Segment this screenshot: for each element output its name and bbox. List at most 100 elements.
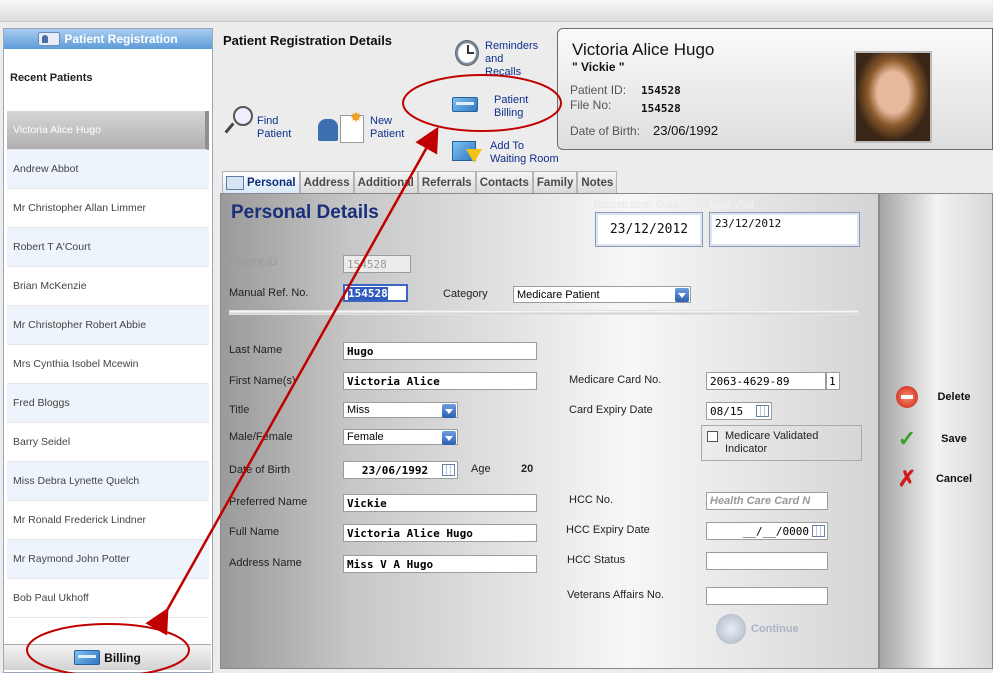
patient-billing-label: Patient Billing xyxy=(494,94,528,120)
hcc-status-field[interactable] xyxy=(706,552,828,570)
full-name-field[interactable]: Victoria Alice Hugo xyxy=(343,524,537,542)
waiting-label-line1: Add To xyxy=(490,140,525,152)
calendar-icon[interactable] xyxy=(442,464,455,476)
first-name-field[interactable]: Victoria Alice xyxy=(343,372,537,390)
file-no-value: 154528 xyxy=(641,102,681,115)
recent-patients-list: Victoria Alice Hugo Andrew Abbot Mr Chri… xyxy=(7,111,209,618)
cancel-label: Cancel xyxy=(935,473,973,485)
card-expiry-value: 08/15 xyxy=(710,404,744,418)
find-label-line1: Find xyxy=(257,115,279,127)
chevron-down-icon xyxy=(442,431,456,445)
medicare-card-field[interactable]: 2063-4629-89 xyxy=(706,372,826,390)
category-select[interactable]: Medicare Patient xyxy=(513,286,691,303)
hcc-status-label: HCC Status xyxy=(567,554,626,566)
star-icon: ✸ xyxy=(350,109,362,125)
list-item[interactable]: Robert T A'Court xyxy=(7,228,209,267)
patient-nickname: " Vickie " xyxy=(572,60,625,74)
medicare-irn-field[interactable]: 1 xyxy=(826,372,840,390)
patient-card-icon xyxy=(38,32,61,46)
preferred-name-label: Preferred Name xyxy=(229,496,308,508)
tab-additional[interactable]: Additional xyxy=(353,171,418,193)
reminders-recalls-button[interactable]: Reminders and Recalls xyxy=(455,40,538,79)
manual-ref-field[interactable]: 154528 xyxy=(343,284,408,302)
page-title: Patient Registration Details xyxy=(223,33,393,48)
add-to-waiting-room-button[interactable]: Add To Waiting Room xyxy=(452,139,559,167)
save-label: Save xyxy=(941,433,967,445)
list-item[interactable]: Fred Bloggs xyxy=(7,384,209,423)
list-item[interactable]: Mr Raymond John Potter xyxy=(7,540,209,579)
waiting-room-icon xyxy=(452,139,484,167)
checkbox[interactable] xyxy=(707,431,718,442)
new-patient-label: New Patient xyxy=(370,115,404,141)
patient-name: Victoria Alice Hugo xyxy=(572,40,715,59)
full-name-label: Full Name xyxy=(229,526,280,538)
list-item[interactable]: Mr Ronald Frederick Lindner xyxy=(7,501,209,540)
close-icon: ✗ xyxy=(897,466,917,491)
list-item[interactable]: Brian McKenzie xyxy=(7,267,209,306)
tab-notes[interactable]: Notes xyxy=(577,171,618,193)
tab-personal[interactable]: Personal xyxy=(222,171,300,193)
delete-button[interactable]: Delete xyxy=(896,386,980,408)
list-item[interactable]: Andrew Abbot xyxy=(7,150,209,189)
list-item[interactable]: Victoria Alice Hugo xyxy=(7,111,209,150)
new-patient-button[interactable]: ✸ New Patient xyxy=(318,109,404,143)
preferred-name-field[interactable]: Vickie xyxy=(343,494,537,512)
sidebar-header-label: Patient Registration xyxy=(64,32,178,46)
credit-card-icon xyxy=(452,97,478,112)
first-name-label: First Name(s) xyxy=(229,375,296,387)
veterans-affairs-label: Veterans Affairs No. xyxy=(567,589,665,601)
calendar-icon[interactable] xyxy=(756,405,769,417)
medicare-card-label: Medicare Card No. xyxy=(569,374,662,386)
list-item[interactable]: Mr Christopher Allan Limmer xyxy=(7,189,209,228)
find-patient-button[interactable]: Find Patient xyxy=(225,106,291,141)
registration-date-field[interactable]: 23/12/2012 xyxy=(595,212,703,247)
list-item[interactable]: Barry Seidel xyxy=(7,423,209,462)
calendar-icon[interactable] xyxy=(812,525,825,537)
patient-billing-button[interactable]: Patient Billing xyxy=(452,93,528,120)
dob-form-label: Date of Birth xyxy=(229,464,291,476)
patient-id-label: Patient ID xyxy=(229,256,278,268)
continue-button[interactable]: Continue xyxy=(716,614,799,644)
card-expiry-label: Card Expiry Date xyxy=(569,404,653,416)
find-patient-label: Find Patient xyxy=(257,115,291,141)
save-button[interactable]: ✓ Save xyxy=(896,428,980,450)
tab-address[interactable]: Address xyxy=(299,171,354,193)
address-name-field[interactable]: Miss V A Hugo xyxy=(343,555,537,573)
billing-button[interactable]: Billing xyxy=(4,644,211,670)
title-select[interactable]: Miss xyxy=(343,402,458,418)
tab-family[interactable]: Family xyxy=(532,171,578,193)
last-name-field[interactable]: Hugo xyxy=(343,342,537,360)
last-visit-field[interactable]: 23/12/2012 xyxy=(709,212,860,247)
sex-label: Male/Female xyxy=(229,431,293,443)
section-title: Personal Details xyxy=(231,202,379,223)
window-top-strip xyxy=(0,0,993,22)
list-item[interactable]: Miss Debra Lynette Quelch xyxy=(7,462,209,501)
new-label-line2: Patient xyxy=(370,128,405,140)
tab-referrals[interactable]: Referrals xyxy=(417,171,476,193)
medicare-validated-label: Medicare Validated Indicator xyxy=(725,430,818,456)
cancel-button[interactable]: ✗ Cancel xyxy=(896,468,980,490)
medicare-validated-checkbox[interactable]: Medicare Validated Indicator xyxy=(701,425,862,461)
list-item[interactable]: Bob Paul Ukhoff xyxy=(7,579,209,618)
delete-label: Delete xyxy=(937,391,971,403)
patient-photo xyxy=(854,51,932,143)
manual-ref-value: 154528 xyxy=(348,286,388,300)
hcc-no-field[interactable]: Health Care Card N xyxy=(706,492,828,510)
patient-id-field: 154528 xyxy=(343,255,411,273)
list-item[interactable]: Mrs Cynthia Isobel Mcewin xyxy=(7,345,209,384)
list-item[interactable]: Mr Christopher Robert Abbie xyxy=(7,306,209,345)
dob-field[interactable]: 23/06/1992 xyxy=(343,461,458,479)
tab-contacts[interactable]: Contacts xyxy=(475,171,533,193)
medicare-validated-line1: Medicare Validated xyxy=(725,430,819,442)
age-label: Age xyxy=(471,463,491,475)
sidebar: Patient Registration Recent Patients Vic… xyxy=(3,28,213,673)
last-name-label: Last Name xyxy=(229,344,283,356)
dob-label: Date of Birth: xyxy=(570,124,641,138)
sidebar-header[interactable]: Patient Registration xyxy=(4,29,212,49)
sex-select[interactable]: Female xyxy=(343,429,458,445)
new-label-line1: New xyxy=(370,115,393,127)
recent-patients-heading: Recent Patients xyxy=(10,72,93,84)
veterans-affairs-field[interactable] xyxy=(706,587,828,605)
hcc-expiry-field[interactable]: __/__/0000 xyxy=(706,522,828,540)
card-expiry-field[interactable]: 08/15 xyxy=(706,402,772,420)
